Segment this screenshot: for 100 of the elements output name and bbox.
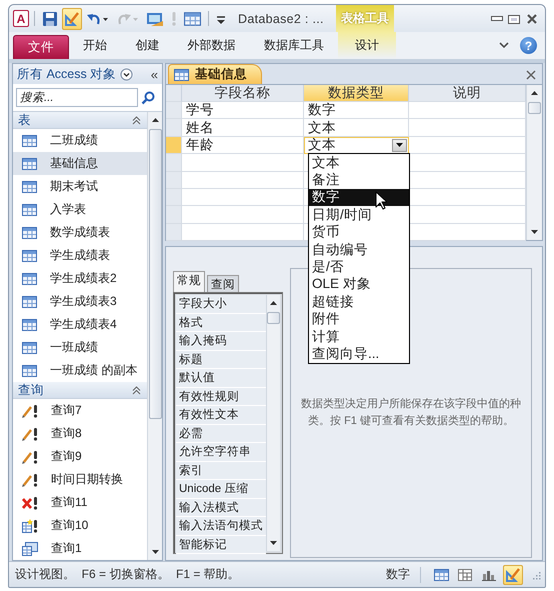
- resize-grip-icon[interactable]: [531, 570, 541, 580]
- table-cell[interactable]: [182, 206, 304, 224]
- scroll-thumb[interactable]: [148, 129, 162, 419]
- dropdown-option[interactable]: 日期/时间: [309, 206, 409, 224]
- nav-item[interactable]: 一班成绩 的副本: [13, 359, 147, 382]
- select-all-corner[interactable]: [166, 85, 182, 102]
- dropdown-option[interactable]: 文本: [309, 154, 409, 172]
- property-name[interactable]: 输入法语句模式: [176, 517, 266, 536]
- property-name[interactable]: 默认值: [176, 369, 266, 388]
- property-name[interactable]: 允许空字符串: [176, 443, 266, 462]
- row-selector[interactable]: [166, 206, 182, 224]
- nav-item[interactable]: 时间日期转换: [13, 468, 147, 491]
- property-name[interactable]: 标题: [176, 350, 266, 369]
- property-name[interactable]: 输入法模式: [176, 498, 266, 517]
- table-cell[interactable]: [182, 172, 304, 189]
- table-cell[interactable]: 年龄: [182, 136, 304, 154]
- close-icon[interactable]: [526, 70, 536, 80]
- collapse-button[interactable]: «: [150, 66, 158, 82]
- document-tab[interactable]: 基础信息: [168, 64, 262, 84]
- dropdown-option[interactable]: 备注: [309, 171, 409, 189]
- column-header[interactable]: 字段名称: [182, 85, 304, 102]
- dropdown-option[interactable]: OLE 对象: [309, 276, 409, 294]
- nav-item[interactable]: 查询9: [13, 445, 147, 468]
- dropdown-button[interactable]: [392, 138, 407, 152]
- property-name[interactable]: Unicode 压缩: [176, 480, 266, 498]
- nav-item[interactable]: 一班成绩: [13, 336, 147, 359]
- table-cell[interactable]: 文本: [304, 119, 409, 137]
- ribbon-tab[interactable]: 数据库工具: [260, 37, 328, 54]
- table-icon: [22, 226, 37, 238]
- nav-item[interactable]: 二班成绩: [13, 129, 147, 152]
- row-selector[interactable]: [166, 119, 182, 137]
- dropdown-option[interactable]: 自动编号: [309, 240, 409, 258]
- scrollbar[interactable]: [147, 112, 162, 560]
- nav-item[interactable]: 数学成绩表: [13, 221, 147, 244]
- scrollbar[interactable]: [266, 295, 280, 551]
- table-icon: [174, 68, 189, 80]
- property-tab[interactable]: 常规: [173, 271, 205, 292]
- table-cell[interactable]: 学号: [182, 102, 304, 120]
- table-cell[interactable]: 姓名: [182, 119, 304, 137]
- property-name[interactable]: 索引: [176, 462, 266, 480]
- dropdown-icon[interactable]: [120, 68, 134, 80]
- nav-item[interactable]: 查询10: [13, 514, 147, 537]
- nav-item[interactable]: 学生成绩表3: [13, 290, 147, 313]
- column-header[interactable]: 数据类型: [304, 85, 409, 102]
- dropdown-option[interactable]: 计算: [309, 328, 409, 346]
- dropdown-option[interactable]: 货币: [309, 224, 409, 241]
- nav-pane-title[interactable]: 所有 Access 对象: [17, 66, 116, 82]
- nav-item[interactable]: 查询8: [13, 422, 147, 445]
- row-selector[interactable]: [166, 102, 182, 120]
- row-selector[interactable]: [166, 172, 182, 189]
- table-cell[interactable]: [182, 154, 304, 172]
- property-name[interactable]: 字段大小: [176, 295, 266, 314]
- ribbon-tab[interactable]: 开始: [79, 37, 112, 54]
- column-header[interactable]: 说明: [409, 85, 526, 102]
- row-selector[interactable]: [166, 224, 182, 242]
- dropdown-option[interactable]: 附件: [309, 310, 409, 328]
- scrollbar[interactable]: [526, 85, 542, 240]
- property-name[interactable]: 有效性文本: [176, 406, 266, 424]
- chevron-icon[interactable]: [132, 386, 141, 394]
- table-cell[interactable]: 数字: [304, 102, 409, 120]
- property-name[interactable]: 有效性规则: [176, 388, 266, 406]
- group-header[interactable]: 查询: [13, 382, 147, 399]
- expand-ribbon-icon[interactable]: [498, 40, 510, 50]
- row-selector[interactable]: [166, 136, 182, 154]
- nav-item[interactable]: 基础信息: [13, 152, 147, 175]
- property-tab[interactable]: 查阅: [207, 275, 239, 292]
- dropdown-option[interactable]: 超链接: [309, 293, 409, 311]
- property-name[interactable]: 输入掩码: [176, 332, 266, 350]
- design-view-button[interactable]: [62, 8, 82, 30]
- dropdown-option[interactable]: 数字: [309, 188, 409, 206]
- ribbon-tab[interactable]: 外部数据: [184, 37, 240, 54]
- nav-item[interactable]: 学生成绩表4: [13, 313, 147, 336]
- file-tab[interactable]: 文件: [13, 35, 69, 59]
- table-cell[interactable]: [182, 224, 304, 242]
- search-field[interactable]: 搜索...: [16, 88, 138, 107]
- minimize-button[interactable]: [491, 16, 503, 21]
- close-button[interactable]: [525, 12, 539, 24]
- property-name[interactable]: 必需: [176, 424, 266, 443]
- nav-item[interactable]: 入学表: [13, 198, 147, 221]
- table-cell[interactable]: [182, 188, 304, 206]
- nav-item[interactable]: 查询1: [13, 537, 147, 560]
- nav-item[interactable]: 查询11: [13, 491, 147, 514]
- search-icon[interactable]: [141, 90, 155, 104]
- design-view-button[interactable]: [503, 564, 523, 584]
- dropdown-option[interactable]: 是/否: [309, 258, 409, 276]
- scroll-thumb[interactable]: [267, 312, 280, 324]
- chevron-icon[interactable]: [132, 116, 141, 124]
- nav-item[interactable]: 学生成绩表: [13, 244, 147, 267]
- restore-button[interactable]: [507, 12, 521, 24]
- row-selector[interactable]: [166, 188, 182, 206]
- property-name[interactable]: 智能标记: [176, 536, 266, 554]
- ribbon-tab[interactable]: 创建: [131, 37, 164, 54]
- scroll-thumb[interactable]: [528, 102, 541, 114]
- nav-item[interactable]: 查询7: [13, 399, 147, 422]
- row-selector[interactable]: [166, 154, 182, 172]
- nav-item[interactable]: 学生成绩表2: [13, 267, 147, 290]
- dropdown-option[interactable]: 查阅向导...: [309, 345, 409, 363]
- group-header[interactable]: 表: [13, 112, 147, 129]
- property-name[interactable]: 格式: [176, 314, 266, 332]
- nav-item[interactable]: 期末考试: [13, 175, 147, 198]
